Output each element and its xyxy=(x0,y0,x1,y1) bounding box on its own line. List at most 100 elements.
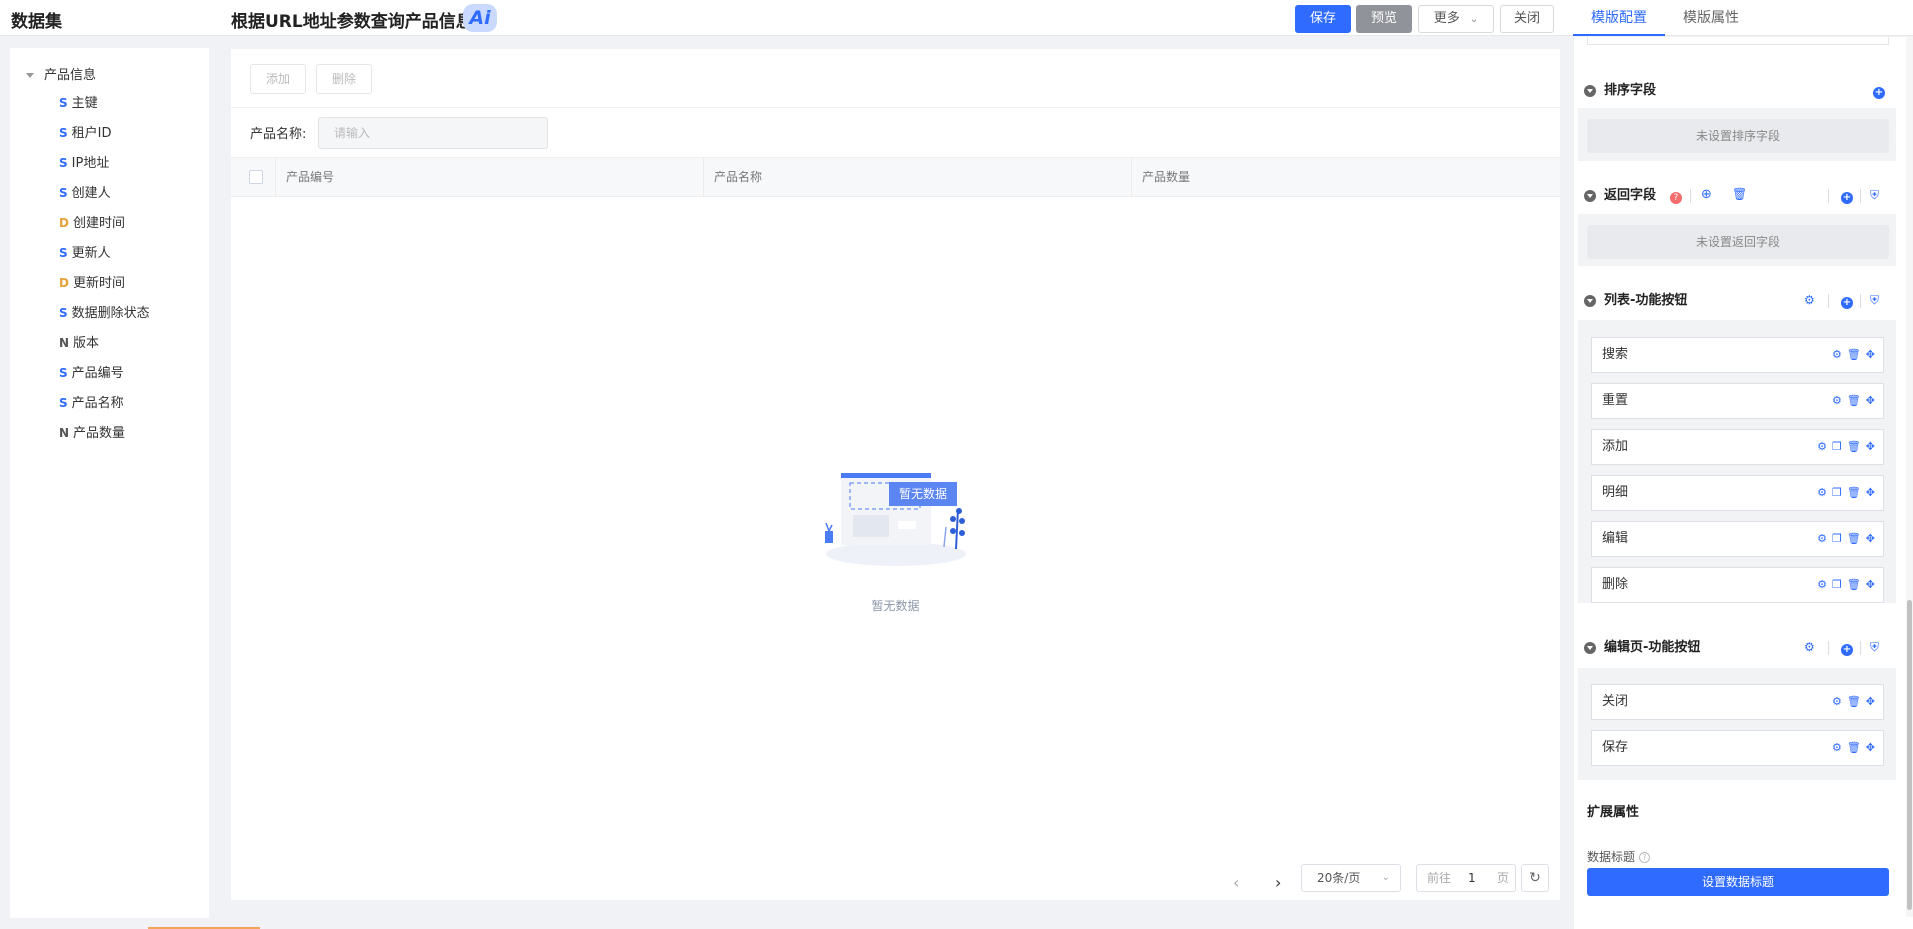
copy-icon[interactable]: ❐ xyxy=(1832,440,1842,453)
field-label: 主键 xyxy=(71,96,98,111)
move-icon[interactable]: ✥ xyxy=(1866,440,1875,453)
function-button-row[interactable]: 重置 ⚙ 🗑 ✥ xyxy=(1591,383,1884,419)
trash-icon[interactable]: 🗑 xyxy=(1847,695,1861,708)
product-name-filter-label: 产品名称: xyxy=(250,127,307,142)
function-button-row[interactable]: 添加 ⚙ ❐ 🗑 ✥ xyxy=(1591,429,1884,465)
ai-assistant-button[interactable]: Ai xyxy=(463,4,497,32)
add-edit-button-icon[interactable]: + xyxy=(1841,641,1853,656)
field-label: 产品数量 xyxy=(73,426,126,441)
gear-icon[interactable]: ⚙ xyxy=(1832,741,1842,754)
function-button-row[interactable]: 搜索 ⚙ 🗑 ✥ xyxy=(1591,337,1884,373)
next-page-icon[interactable]: › xyxy=(1275,873,1281,892)
tab-template-config[interactable]: 模版配置 xyxy=(1573,0,1665,36)
gear-icon[interactable]: ⚙ xyxy=(1817,532,1827,545)
add-button[interactable]: 添加 xyxy=(250,64,306,94)
tree-field-item[interactable]: S 数据删除状态 xyxy=(59,303,150,323)
set-data-title-button[interactable]: 设置数据标题 xyxy=(1587,868,1889,896)
gear-icon[interactable]: ⚙ xyxy=(1832,394,1842,407)
field-type-badge: S xyxy=(59,246,68,260)
gear-icon[interactable]: ⚙ xyxy=(1817,578,1827,591)
gear-icon[interactable]: ⚙ xyxy=(1804,293,1815,307)
extension-section-title: 扩展属性 xyxy=(1587,805,1640,820)
more-dropdown[interactable]: 更多 ⌄ xyxy=(1418,5,1494,33)
trash-icon[interactable]: 🗑 xyxy=(1847,348,1861,361)
save-button[interactable]: 保存 xyxy=(1295,5,1351,33)
gear-icon[interactable]: ⚙ xyxy=(1832,348,1842,361)
divider xyxy=(1828,294,1829,308)
trash-icon[interactable]: 🗑 xyxy=(1847,578,1861,591)
product-name-filter-input[interactable]: 请输入 xyxy=(318,117,548,149)
add-sort-field-icon[interactable]: + xyxy=(1873,84,1885,99)
tree-field-item[interactable]: S 更新人 xyxy=(59,243,111,263)
tree-field-item[interactable]: S 产品编号 xyxy=(59,363,124,383)
section-edit-buttons[interactable]: 编辑页-功能按钮 xyxy=(1584,638,1700,658)
move-icon[interactable]: ✥ xyxy=(1866,695,1875,708)
gear-icon[interactable]: ⚙ xyxy=(1804,640,1815,654)
trash-icon[interactable]: 🗑 xyxy=(1847,741,1861,754)
section-sort-fields[interactable]: 排序字段 xyxy=(1584,81,1656,101)
scrollbar-thumb[interactable] xyxy=(1907,600,1912,910)
trash-icon[interactable]: 🗑 xyxy=(1847,394,1861,407)
add-return-field-icon[interactable]: + xyxy=(1841,189,1853,204)
trash-icon[interactable]: 🗑 xyxy=(1847,440,1861,453)
move-icon[interactable]: ✥ xyxy=(1866,578,1875,591)
move-icon[interactable]: ✥ xyxy=(1866,741,1875,754)
function-button-row[interactable]: 删除 ⚙ ❐ 🗑 ✥ xyxy=(1591,567,1884,603)
function-button-row[interactable]: 关闭 ⚙ 🗑 ✥ xyxy=(1591,684,1884,720)
tree-field-item[interactable]: S IP地址 xyxy=(59,153,109,173)
field-label: 创建人 xyxy=(71,186,111,201)
copy-icon[interactable]: ❐ xyxy=(1832,532,1842,545)
preview-button[interactable]: 预览 xyxy=(1356,5,1412,33)
gear-icon[interactable]: ⚙ xyxy=(1832,695,1842,708)
tree-field-item[interactable]: D 更新时间 xyxy=(59,273,125,293)
copy-icon[interactable]: ❐ xyxy=(1832,578,1842,591)
delete-button[interactable]: 删除 xyxy=(316,64,372,94)
close-button[interactable]: 关闭 xyxy=(1500,5,1554,33)
function-button-row[interactable]: 编辑 ⚙ ❐ 🗑 ✥ xyxy=(1591,521,1884,557)
function-button-row[interactable]: 保存 ⚙ 🗑 ✥ xyxy=(1591,730,1884,766)
field-label: 版本 xyxy=(73,336,100,351)
page-size-value: 20条/页 xyxy=(1317,871,1361,885)
section-list-buttons[interactable]: 列表-功能按钮 xyxy=(1584,291,1687,311)
add-list-button-icon[interactable]: + xyxy=(1841,294,1853,309)
page-size-select[interactable]: 20条/页 ⌄ xyxy=(1301,864,1401,892)
help-icon[interactable]: ? xyxy=(1639,852,1651,863)
add-circle-outline-icon[interactable]: ⊕ xyxy=(1701,187,1712,202)
select-all-checkbox[interactable] xyxy=(249,170,263,184)
trash-icon[interactable]: 🗑 xyxy=(1847,532,1861,545)
refresh-icon[interactable]: ↻ xyxy=(1521,864,1549,892)
function-button-row[interactable]: 明细 ⚙ ❐ 🗑 ✥ xyxy=(1591,475,1884,511)
tree-root-node[interactable]: 产品信息 xyxy=(26,64,96,83)
shield-icon[interactable]: ⛨ xyxy=(1870,293,1879,308)
help-icon[interactable]: ? xyxy=(1670,189,1682,204)
move-icon[interactable]: ✥ xyxy=(1866,486,1875,499)
row-actions: ⚙ ❐ 🗑 ✥ xyxy=(1812,476,1875,510)
trash-icon[interactable]: 🗑 xyxy=(1847,486,1861,499)
return-fields-empty: 未设置返回字段 xyxy=(1587,225,1889,259)
goto-page: 前往 1 页 xyxy=(1416,864,1516,892)
move-icon[interactable]: ✥ xyxy=(1866,348,1875,361)
top-bar: 数据集 根据URL地址参数查询产品信息 Ai 保存 预览 更多 ⌄ 关闭 模版配… xyxy=(0,0,1913,36)
shield-icon[interactable]: ⛨ xyxy=(1870,188,1879,203)
copy-icon[interactable]: ❐ xyxy=(1832,486,1842,499)
tree-field-item[interactable]: N 产品数量 xyxy=(59,423,125,443)
tree-field-item[interactable]: N 版本 xyxy=(59,333,99,353)
tree-field-item[interactable]: S 创建人 xyxy=(59,183,111,203)
trash-icon[interactable]: 🗑 xyxy=(1732,187,1747,201)
prev-page-icon[interactable]: ‹ xyxy=(1233,873,1239,892)
gear-icon[interactable]: ⚙ xyxy=(1817,486,1827,499)
tree-field-item[interactable]: S 租户ID xyxy=(59,123,112,143)
function-button-label: 保存 xyxy=(1602,740,1629,755)
tree-field-item[interactable]: S 主键 xyxy=(59,93,98,113)
tree-field-item[interactable]: S 产品名称 xyxy=(59,393,124,413)
move-icon[interactable]: ✥ xyxy=(1866,394,1875,407)
section-return-fields[interactable]: 返回字段 xyxy=(1584,186,1656,206)
tab-template-properties[interactable]: 模版属性 xyxy=(1683,0,1739,36)
move-icon[interactable]: ✥ xyxy=(1866,532,1875,545)
shield-icon[interactable]: ⛨ xyxy=(1870,640,1879,655)
function-button-label: 关闭 xyxy=(1602,694,1629,709)
tree-field-item[interactable]: D 创建时间 xyxy=(59,213,125,233)
goto-page-input[interactable]: 1 xyxy=(1468,865,1476,891)
field-label: 租户ID xyxy=(71,126,112,141)
gear-icon[interactable]: ⚙ xyxy=(1817,440,1827,453)
